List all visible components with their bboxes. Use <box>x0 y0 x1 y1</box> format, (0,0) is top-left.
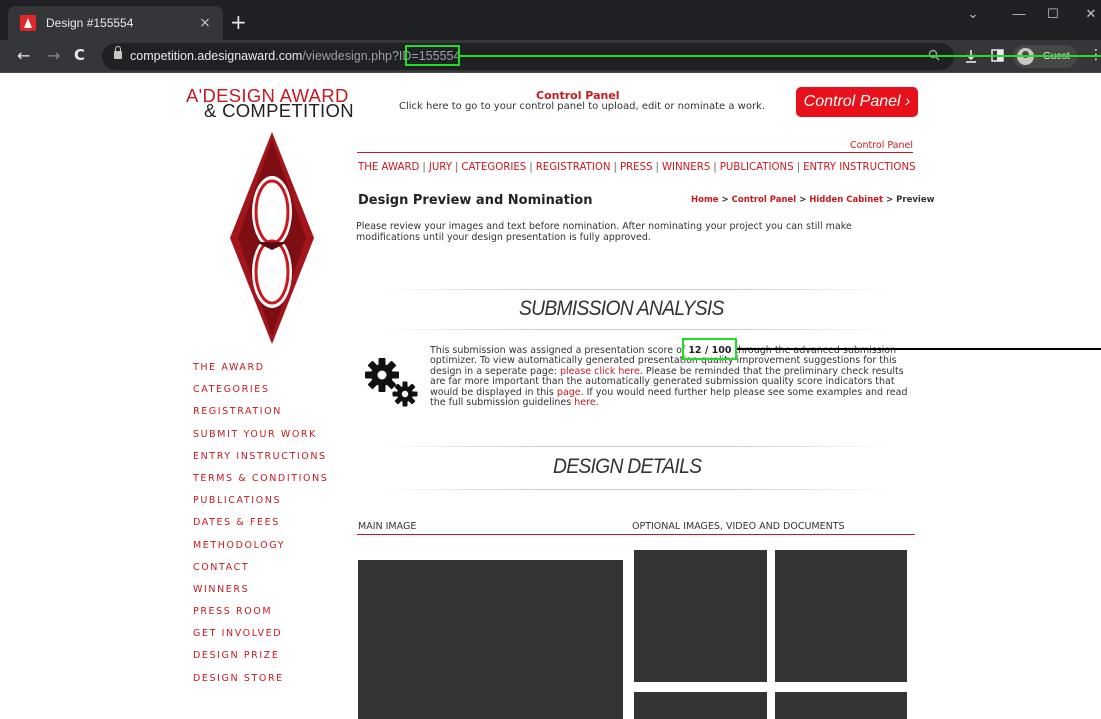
url-path: /viewdesign.php?ID= <box>302 49 419 63</box>
design-details-title: DESIGN DETAILS <box>553 455 702 478</box>
web-page: A'DESIGN AWARD & COMPETITION Control Pan… <box>0 73 1101 719</box>
annotation-box-url-id <box>405 45 460 66</box>
close-window-button[interactable]: ✕ <box>1078 6 1101 22</box>
main-image-placeholder[interactable] <box>358 560 623 719</box>
sidepanel-icon[interactable] <box>991 49 1004 66</box>
maximize-button[interactable]: ☐ <box>1040 6 1066 22</box>
tab-strip: Design #155554 × + ⌄ — ☐ ✕ <box>0 0 1101 40</box>
annotation-line-url <box>460 55 1101 57</box>
sidebar-item-get-involved[interactable]: GET INVOLVED <box>193 628 328 650</box>
topnav-item[interactable]: ENTRY INSTRUCTIONS <box>803 162 915 173</box>
sidebar-item-contact[interactable]: CONTACT <box>193 562 328 584</box>
top-divider <box>357 152 913 153</box>
intro-text: Please review your images and text befor… <box>356 221 852 243</box>
breadcrumb-home[interactable]: Home <box>691 195 719 205</box>
minimize-button[interactable]: — <box>1006 6 1032 21</box>
improvement-suggestions-link[interactable]: please click here <box>560 366 640 377</box>
breadcrumb: Home > Control Panel > Hidden Cabinet > … <box>691 195 934 205</box>
control-panel-description: Click here to go to your control panel t… <box>399 101 766 112</box>
annotation-line-score <box>737 348 1101 350</box>
diamond-trophy-icon <box>230 132 314 344</box>
sidebar-item-winners[interactable]: WINNERS <box>193 584 328 606</box>
topnav-item[interactable]: REGISTRATION <box>536 162 611 173</box>
browser-tab[interactable]: Design #155554 × <box>8 6 223 40</box>
sidebar-item-categories[interactable]: CATEGORIES <box>193 384 328 406</box>
breadcrumb-hidden-cabinet[interactable]: Hidden Cabinet <box>809 195 883 205</box>
optional-image-2[interactable] <box>775 550 907 682</box>
main-image-label: MAIN IMAGE <box>358 521 417 532</box>
breadcrumb-separator: > <box>721 195 729 205</box>
topnav-item[interactable]: THE AWARD <box>358 162 419 173</box>
guidelines-link[interactable]: here <box>574 397 595 408</box>
sidebar-item-registration[interactable]: REGISTRATION <box>193 406 328 428</box>
divider <box>376 446 896 447</box>
top-navigation: THE AWARD | JURY | CATEGORIES | REGISTRATION | P… <box>358 162 916 173</box>
sidebar-item-dates-fees[interactable]: DATES & FEES <box>193 517 328 539</box>
optional-media-label: OPTIONAL IMAGES, VIDEO AND DOCUMENTS <box>632 521 845 532</box>
score-page-link[interactable]: page <box>557 387 581 398</box>
new-tab-button[interactable]: + <box>230 12 247 32</box>
submission-analysis-title: SUBMISSION ANALYSIS <box>519 297 724 320</box>
url-host: competition.adesignaward.com <box>130 49 303 63</box>
breadcrumb-current: Preview <box>896 195 935 205</box>
divider <box>376 289 896 290</box>
breadcrumb-separator: > <box>799 195 807 205</box>
sidebar-item-publications[interactable]: PUBLICATIONS <box>193 495 328 517</box>
download-icon[interactable] <box>964 49 978 67</box>
breadcrumb-control-panel[interactable]: Control Panel <box>732 195 797 205</box>
sidebar-item-design-prize[interactable]: DESIGN PRIZE <box>193 650 328 672</box>
sidebar-item-entry-instructions[interactable]: ENTRY INSTRUCTIONS <box>193 451 328 473</box>
divider <box>376 489 896 490</box>
page-title: Design Preview and Nomination <box>358 193 593 208</box>
tab-close-icon[interactable]: × <box>195 15 215 31</box>
browser-chrome: Design #155554 × + ⌄ — ☐ ✕ ← → C competi… <box>0 0 1101 73</box>
sidebar-item-press-room[interactable]: PRESS ROOM <box>193 606 328 628</box>
optional-image-4[interactable] <box>775 692 907 719</box>
tab-search-icon[interactable]: ⌄ <box>960 6 986 22</box>
details-divider <box>357 534 915 535</box>
back-button[interactable]: ← <box>17 46 30 65</box>
topnav-item[interactable]: JURY <box>429 162 452 173</box>
topnav-item[interactable]: PRESS <box>620 162 653 173</box>
analysis-part: . <box>595 397 599 409</box>
divider <box>376 329 896 330</box>
control-panel-link[interactable]: Control Panel <box>850 140 913 151</box>
topnav-item[interactable]: PUBLICATIONS <box>720 162 794 173</box>
control-panel-button[interactable]: Control Panel › <box>796 87 918 117</box>
topnav-item[interactable]: WINNERS <box>662 162 710 173</box>
sidebar-item-terms-conditions[interactable]: TERMS & CONDITIONS <box>193 473 328 495</box>
optional-image-1[interactable] <box>634 550 767 682</box>
topnav-item[interactable]: CATEGORIES <box>461 162 526 173</box>
tab-title: Design #155554 <box>46 16 134 30</box>
sidebar-item-methodology[interactable]: METHODOLOGY <box>193 540 328 562</box>
analysis-part: This submission was assigned a presentat… <box>430 345 689 356</box>
analysis-text: This submission was assigned a presentat… <box>430 345 916 409</box>
lock-icon[interactable] <box>114 46 122 59</box>
sidebar-item-submit-your-work[interactable]: SUBMIT YOUR WORK <box>193 429 328 451</box>
optional-image-3[interactable] <box>634 692 767 719</box>
gear-icon <box>365 358 418 407</box>
sidebar-item-the-award[interactable]: THE AWARD <box>193 362 328 384</box>
annotation-box-score <box>682 338 737 360</box>
reload-button[interactable]: C <box>74 46 85 64</box>
forward-button[interactable]: → <box>47 46 60 65</box>
logo-subtitle[interactable]: & COMPETITION <box>204 100 354 122</box>
side-menu: THE AWARD CATEGORIES REGISTRATION SUBMIT… <box>193 362 328 695</box>
adesign-favicon-icon <box>20 15 36 31</box>
breadcrumb-separator: > <box>886 195 894 205</box>
sidebar-item-design-store[interactable]: DESIGN STORE <box>193 673 328 695</box>
